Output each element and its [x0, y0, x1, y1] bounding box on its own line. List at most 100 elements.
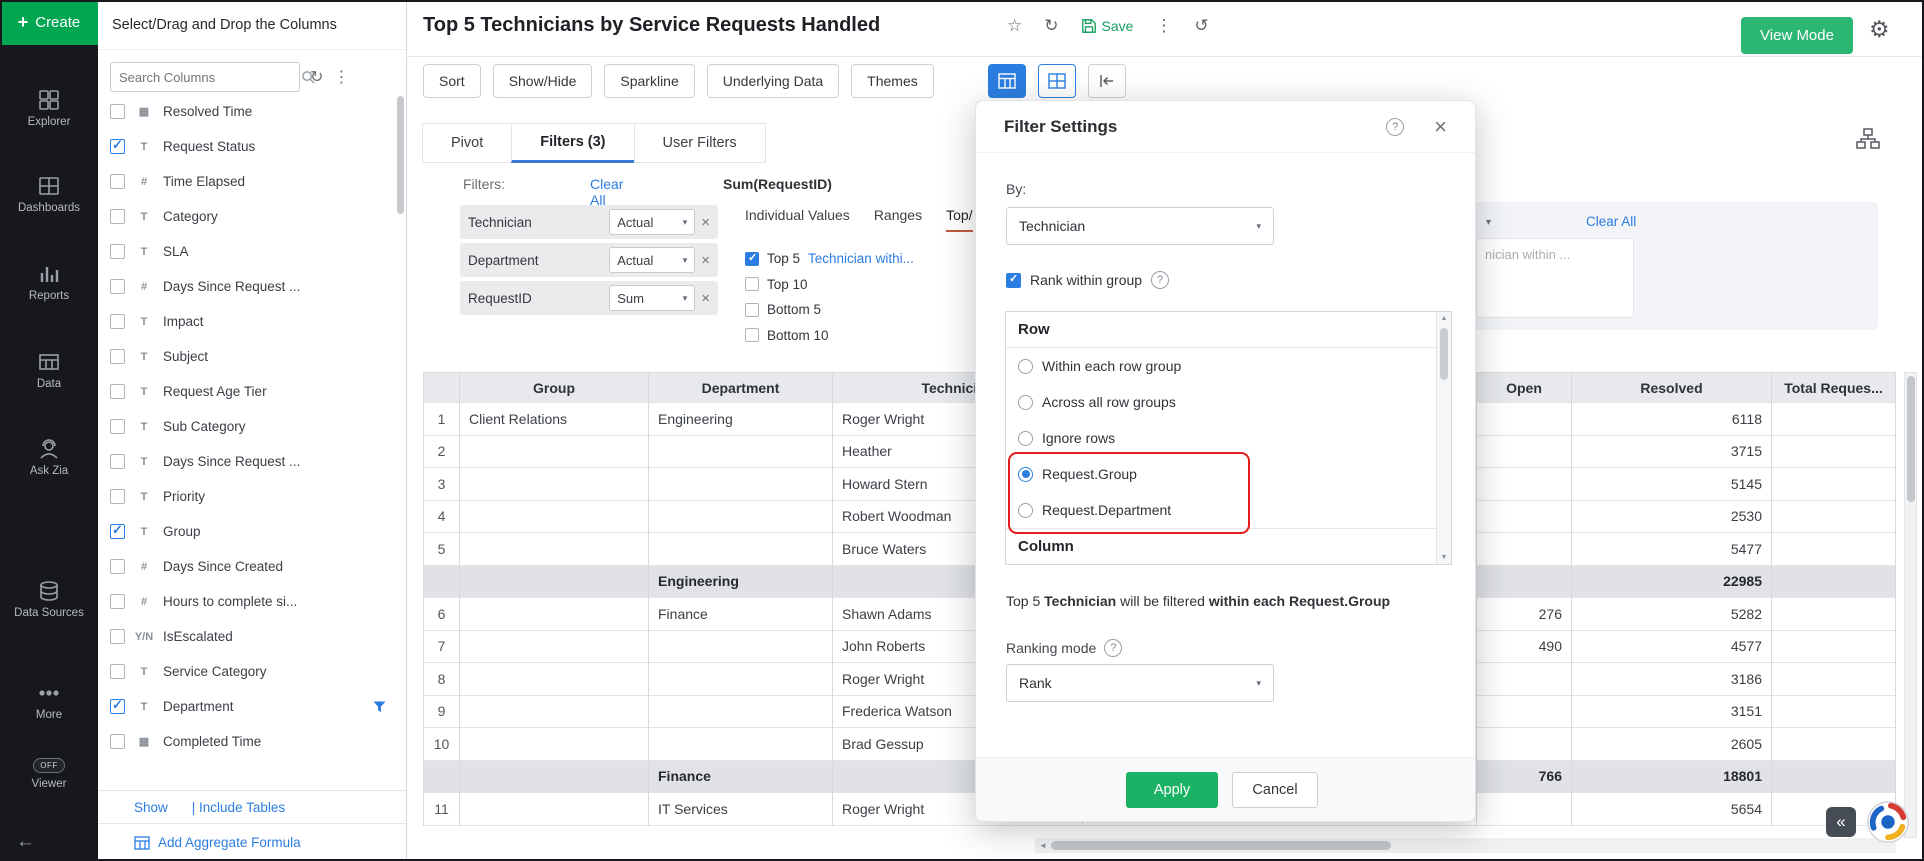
column-checkbox[interactable]: [110, 314, 125, 329]
filter-chip[interactable]: Technician Actual ▾ ×: [460, 205, 718, 239]
help-icon[interactable]: ?: [1104, 639, 1122, 657]
topn-checkbox[interactable]: [745, 252, 759, 266]
filter-value-tab[interactable]: Individual Values: [745, 207, 850, 232]
filter-mode-select[interactable]: Sum ▾: [609, 285, 695, 311]
refresh-columns-icon[interactable]: ↻: [310, 67, 323, 87]
column-checkbox[interactable]: [110, 174, 125, 189]
column-checkbox[interactable]: [110, 489, 125, 504]
scroll-down-icon[interactable]: ▼: [1437, 554, 1451, 561]
vertical-scrollbar-thumb[interactable]: [1907, 376, 1915, 502]
scroll-left-icon[interactable]: ◄: [1035, 841, 1051, 850]
sidebar-item-explorer[interactable]: Explorer: [0, 89, 98, 130]
rank-within-group-row[interactable]: Rank within group ?: [1006, 271, 1169, 289]
column-checkbox[interactable]: [110, 139, 125, 154]
collapse-panel-button[interactable]: «: [1826, 807, 1856, 837]
cancel-button[interactable]: Cancel: [1232, 772, 1318, 808]
collapse-left-icon-button[interactable]: [1088, 64, 1126, 98]
column-row[interactable]: # Days Since Request ...: [98, 269, 398, 304]
column-row[interactable]: # Time Elapsed: [98, 164, 398, 199]
column-row[interactable]: Y/N IsEscalated: [98, 619, 398, 654]
column-row[interactable]: T Sub Category: [98, 409, 398, 444]
column-row[interactable]: # Days Since Created: [98, 549, 398, 584]
radio-icon[interactable]: [1018, 467, 1033, 482]
include-tables-link[interactable]: | Include Tables: [192, 800, 285, 815]
column-row[interactable]: T Days Since Request ...: [98, 444, 398, 479]
compact-view-icon-button[interactable]: [1038, 64, 1076, 98]
search-columns-box[interactable]: [110, 62, 300, 92]
topn-option[interactable]: Top 10: [745, 272, 914, 298]
rank-scope-option[interactable]: Request.Department: [1006, 492, 1451, 528]
topn-option[interactable]: Bottom 10: [745, 323, 914, 349]
column-row[interactable]: T Group: [98, 514, 398, 549]
sidebar-collapse-icon[interactable]: ←: [16, 831, 35, 853]
show-link[interactable]: Show: [134, 800, 168, 815]
column-checkbox[interactable]: [110, 349, 125, 364]
topn-option[interactable]: Top 5 Technician withi...: [745, 246, 914, 272]
help-icon[interactable]: ?: [1386, 118, 1404, 136]
chevron-down-icon[interactable]: ▾: [1486, 217, 1491, 228]
rank-scope-option[interactable]: Across all row groups: [1006, 384, 1451, 420]
column-row[interactable]: T Impact: [98, 304, 398, 339]
radio-icon[interactable]: [1018, 395, 1033, 410]
remove-filter-icon[interactable]: ×: [701, 252, 710, 269]
column-checkbox[interactable]: [110, 244, 125, 259]
column-checkbox[interactable]: [110, 209, 125, 224]
sidebar-item-more[interactable]: More: [0, 682, 98, 723]
vertical-scrollbar[interactable]: [1904, 372, 1917, 838]
column-row[interactable]: T Request Age Tier: [98, 374, 398, 409]
favorite-star-icon[interactable]: ☆: [1007, 16, 1022, 36]
topn-option-detail[interactable]: Technician withi...: [808, 251, 914, 266]
filter-chip[interactable]: RequestID Sum ▾ ×: [460, 281, 718, 315]
topn-option[interactable]: Bottom 5: [745, 297, 914, 323]
help-icon[interactable]: ?: [1151, 271, 1169, 289]
rank-scope-option[interactable]: Within each row group: [1006, 348, 1451, 384]
column-checkbox[interactable]: [110, 104, 125, 119]
sidebar-item-dashboards[interactable]: Dashboards: [0, 175, 98, 216]
refresh-report-icon[interactable]: ↻: [1044, 16, 1058, 36]
viewer-off-toggle[interactable]: OFF: [33, 758, 65, 773]
column-row[interactable]: T Subject: [98, 339, 398, 374]
filter-funnel-icon[interactable]: [373, 701, 386, 713]
add-aggregate-formula-link[interactable]: Add Aggregate Formula: [158, 835, 301, 850]
apply-button[interactable]: Apply: [1126, 772, 1218, 808]
toolbar-button[interactable]: Sparkline: [604, 64, 694, 98]
by-select[interactable]: Technician ▾: [1006, 207, 1274, 245]
rank-within-group-checkbox[interactable]: [1006, 273, 1021, 288]
topn-checkbox[interactable]: [745, 303, 759, 317]
radio-icon[interactable]: [1018, 359, 1033, 374]
toolbar-button[interactable]: Underlying Data: [707, 64, 839, 98]
radio-icon[interactable]: [1018, 503, 1033, 518]
column-checkbox[interactable]: [110, 524, 125, 539]
grid-view-icon-button[interactable]: [988, 64, 1026, 98]
panel-kebab-icon[interactable]: ⋮: [333, 67, 349, 87]
applied-clear-all-link[interactable]: Clear All: [1586, 214, 1636, 229]
column-row[interactable]: T Department: [98, 689, 398, 724]
column-row[interactable]: T Service Category: [98, 654, 398, 689]
column-row[interactable]: # Hours to complete si...: [98, 584, 398, 619]
column-row[interactable]: T Category: [98, 199, 398, 234]
toolbar-button[interactable]: Show/Hide: [493, 64, 593, 98]
column-checkbox[interactable]: [110, 734, 125, 749]
sidebar-item-reports[interactable]: Reports: [0, 263, 98, 304]
listbox-scrollbar[interactable]: ▲ ▼: [1436, 312, 1451, 564]
toolbar-button[interactable]: Sort: [423, 64, 481, 98]
column-row[interactable]: T Request Status: [98, 129, 398, 164]
column-row[interactable]: ▦ Completed Time: [98, 724, 398, 759]
sidebar-item-data[interactable]: Data: [0, 351, 98, 392]
remove-filter-icon[interactable]: ×: [701, 290, 710, 307]
filter-value-tab[interactable]: Top/: [946, 207, 972, 232]
column-checkbox[interactable]: [110, 419, 125, 434]
save-button[interactable]: Save: [1081, 18, 1134, 34]
view-mode-button[interactable]: View Mode: [1741, 17, 1853, 54]
column-checkbox[interactable]: [110, 629, 125, 644]
sidebar-item-ask-zia[interactable]: Ask Zia: [0, 438, 98, 479]
toolbar-button[interactable]: Themes: [851, 64, 934, 98]
column-checkbox[interactable]: [110, 594, 125, 609]
filter-mode-select[interactable]: Actual ▾: [609, 209, 695, 235]
hierarchy-view-icon[interactable]: [1856, 128, 1880, 150]
report-tab[interactable]: User Filters: [634, 123, 766, 163]
create-button[interactable]: + Create: [0, 0, 98, 45]
close-icon[interactable]: ×: [1434, 114, 1447, 140]
horizontal-scrollbar[interactable]: ◄: [1035, 838, 1896, 853]
report-tab[interactable]: Filters (3): [511, 123, 634, 163]
